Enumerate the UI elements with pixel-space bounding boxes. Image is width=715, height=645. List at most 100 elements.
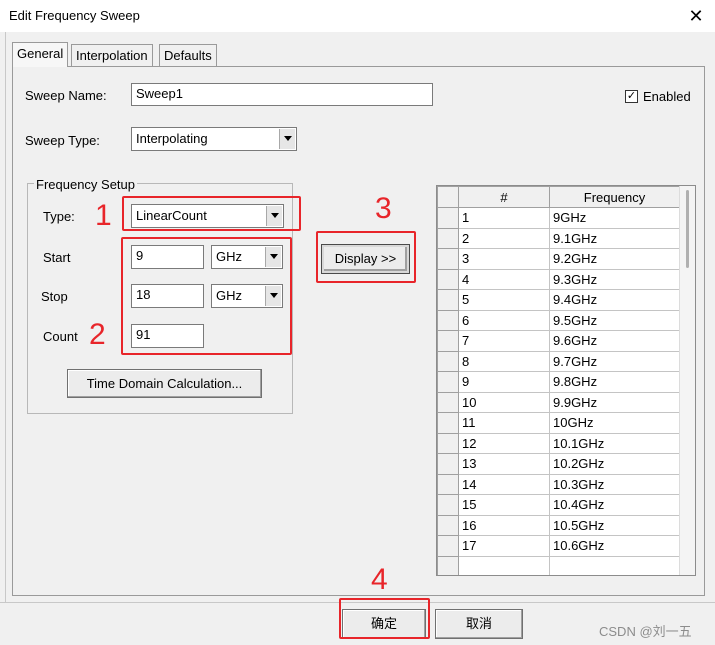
- annotation-number-1: 1: [95, 199, 112, 232]
- row-index: 13: [458, 453, 550, 475]
- time-domain-calculation-button[interactable]: Time Domain Calculation...: [67, 369, 262, 398]
- row-index: 5: [458, 289, 550, 311]
- row-frequency: 9.1GHz: [549, 227, 680, 249]
- row-index: 3: [458, 248, 550, 270]
- row-frequency: 10.6GHz: [549, 535, 680, 557]
- annotation-box-4: [339, 598, 430, 639]
- annotation-number-4: 4: [371, 563, 388, 596]
- row-selector[interactable]: [437, 289, 459, 311]
- table-row[interactable]: 3 9.2GHz: [437, 248, 680, 270]
- table-row[interactable]: 17 10.6GHz: [437, 535, 680, 557]
- table-row[interactable]: 10 9.9GHz: [437, 391, 680, 413]
- row-index: 6: [458, 309, 550, 331]
- row-selector[interactable]: [437, 391, 459, 413]
- row-selector[interactable]: [437, 494, 459, 516]
- start-label: Start: [43, 250, 71, 265]
- column-header-index[interactable]: #: [458, 186, 550, 208]
- row-selector[interactable]: [437, 453, 459, 475]
- annotation-box-2: [121, 237, 292, 355]
- row-index: 17: [458, 535, 550, 557]
- row-frequency: 9.5GHz: [549, 309, 680, 331]
- type-label: Type:: [43, 209, 75, 224]
- row-index: 15: [458, 494, 550, 516]
- sweep-type-label: Sweep Type:: [25, 133, 100, 148]
- row-index: 7: [458, 330, 550, 352]
- cancel-button[interactable]: 取消: [435, 609, 523, 639]
- row-frequency: 9.8GHz: [549, 371, 680, 393]
- table-row[interactable]: 4 9.3GHz: [437, 268, 680, 290]
- close-icon[interactable]: ✕: [684, 4, 708, 28]
- row-selector[interactable]: [437, 268, 459, 290]
- row-selector[interactable]: [437, 535, 459, 557]
- row-index: 8: [458, 350, 550, 372]
- row-index: 11: [458, 412, 550, 434]
- row-frequency: 9.4GHz: [549, 289, 680, 311]
- table-row[interactable]: 5 9.4GHz: [437, 289, 680, 311]
- table-row[interactable]: 2 9.1GHz: [437, 227, 680, 249]
- enabled-checkbox[interactable]: ✓: [625, 90, 638, 103]
- row-frequency: 10.4GHz: [549, 494, 680, 516]
- table-row[interactable]: 7 9.6GHz: [437, 330, 680, 352]
- row-selector[interactable]: [437, 330, 459, 352]
- table-row[interactable]: 12 10.1GHz: [437, 432, 680, 454]
- table-row[interactable]: 13 10.2GHz: [437, 453, 680, 475]
- row-frequency: 10.1GHz: [549, 432, 680, 454]
- row-frequency: 10.2GHz: [549, 453, 680, 475]
- title-bar: Edit Frequency Sweep ✕: [0, 0, 715, 32]
- row-selector[interactable]: [437, 371, 459, 393]
- count-label: Count: [43, 329, 78, 344]
- row-selector[interactable]: [437, 432, 459, 454]
- row-index: 1: [458, 207, 550, 229]
- sweep-name-input[interactable]: Sweep1: [131, 83, 433, 106]
- row-frequency: 9.3GHz: [549, 268, 680, 290]
- row-selector[interactable]: [437, 207, 459, 229]
- sweep-type-dropdown[interactable]: Interpolating: [131, 127, 297, 151]
- row-index: [458, 555, 550, 575]
- watermark: CSDN @刘一五: [599, 624, 692, 639]
- sweep-type-value: Interpolating: [136, 131, 208, 146]
- annotation-number-2: 2: [89, 318, 106, 351]
- table-row[interactable]: 15 10.4GHz: [437, 494, 680, 516]
- sweep-name-label: Sweep Name:: [25, 88, 107, 103]
- table-row[interactable]: 9 9.8GHz: [437, 371, 680, 393]
- row-index: 2: [458, 227, 550, 249]
- row-selector[interactable]: [437, 248, 459, 270]
- row-frequency: [549, 555, 680, 575]
- table-row[interactable]: 14 10.3GHz: [437, 473, 680, 495]
- row-index: 14: [458, 473, 550, 495]
- table-row[interactable]: [437, 555, 680, 575]
- row-frequency: 9.7GHz: [549, 350, 680, 372]
- row-frequency: 9GHz: [549, 207, 680, 229]
- row-selector[interactable]: [437, 350, 459, 372]
- table-row[interactable]: 8 9.7GHz: [437, 350, 680, 372]
- table-row[interactable]: 1 9GHz: [437, 207, 680, 229]
- tab-defaults[interactable]: Defaults: [159, 44, 217, 66]
- row-selector[interactable]: [437, 309, 459, 331]
- row-frequency: 9.9GHz: [549, 391, 680, 413]
- row-index: 16: [458, 514, 550, 536]
- row-frequency: 9.2GHz: [549, 248, 680, 270]
- row-index: 12: [458, 432, 550, 454]
- table-scrollbar[interactable]: [679, 186, 695, 575]
- window-title: Edit Frequency Sweep: [9, 8, 140, 23]
- annotation-box-3: [316, 231, 416, 283]
- scrollbar-thumb[interactable]: [686, 190, 689, 268]
- tab-interpolation[interactable]: Interpolation: [71, 44, 153, 66]
- chevron-down-icon[interactable]: [279, 129, 295, 149]
- frequency-setup-title: Frequency Setup: [34, 177, 138, 192]
- enabled-label: Enabled: [643, 89, 691, 104]
- table-row[interactable]: 6 9.5GHz: [437, 309, 680, 331]
- frequency-table: # Frequency 1 9GHz 2 9.1GHz 3 9.2GHz 4 9.3GH…: [436, 185, 696, 576]
- row-selector[interactable]: [437, 514, 459, 536]
- row-selector[interactable]: [437, 227, 459, 249]
- row-selector[interactable]: [437, 555, 459, 575]
- table-row[interactable]: 11 10GHz: [437, 412, 680, 434]
- table-row[interactable]: 16 10.5GHz: [437, 514, 680, 536]
- left-window-edge: [0, 32, 6, 602]
- column-header-frequency[interactable]: Frequency: [549, 186, 680, 208]
- row-selector[interactable]: [437, 473, 459, 495]
- row-frequency: 10.3GHz: [549, 473, 680, 495]
- row-index: 9: [458, 371, 550, 393]
- tab-general[interactable]: General: [12, 42, 69, 67]
- row-selector[interactable]: [437, 412, 459, 434]
